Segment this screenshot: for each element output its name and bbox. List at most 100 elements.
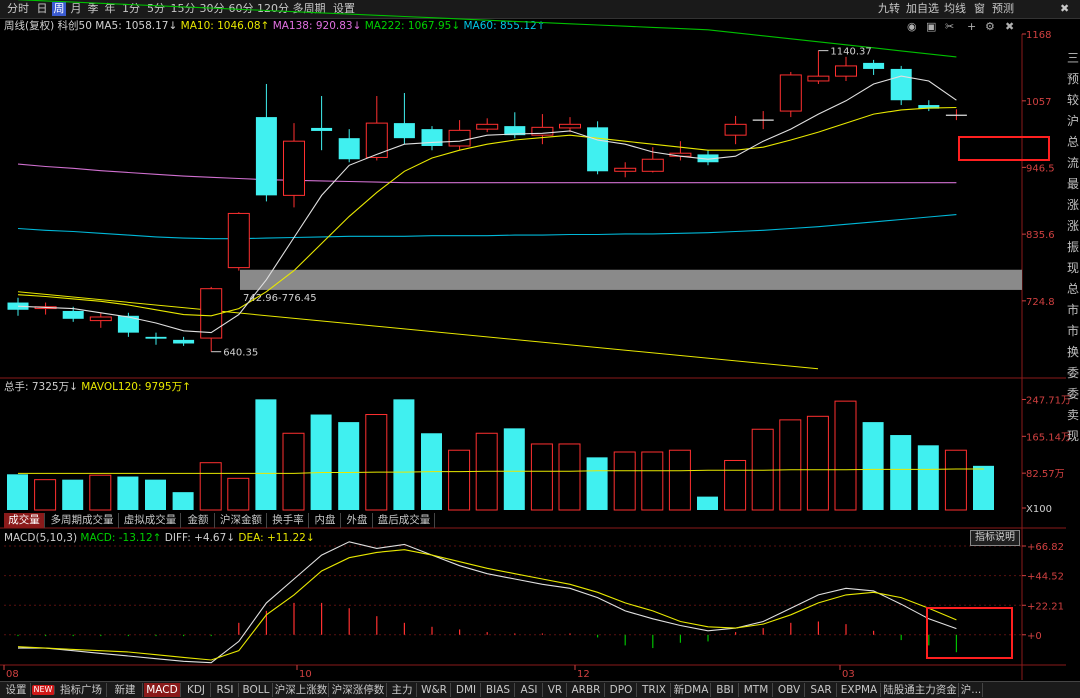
- indicator-tab[interactable]: 新建: [108, 683, 143, 697]
- candle: [863, 59, 885, 75]
- candle-body: [173, 339, 195, 344]
- macd-name: MACD(5,10,3): [4, 532, 78, 544]
- scissors-icon[interactable]: ✂: [945, 20, 954, 33]
- candle-body: [62, 310, 84, 319]
- dea-value: DEA: +11.22↓: [238, 532, 315, 544]
- volume-sub-tab[interactable]: 换手率: [268, 513, 309, 528]
- candle-body: [614, 167, 637, 172]
- y-tick-label: X100: [1026, 504, 1052, 515]
- right-info-column: 三预较沪总流最涨涨振现总市市换委委卖现: [1066, 48, 1080, 447]
- candle: [724, 115, 747, 145]
- volume-bar: [199, 462, 222, 511]
- volume-sub-tab[interactable]: 虚拟成交量: [120, 513, 181, 528]
- close-icon[interactable]: ✖: [1005, 20, 1014, 33]
- volume-bar: [117, 476, 139, 510]
- stock-chart[interactable]: 11681057946.5835.6724.8742.96-776.451140…: [0, 0, 1080, 697]
- candle: [89, 312, 112, 328]
- indicator-tab[interactable]: ARBR: [568, 683, 605, 697]
- indicator-tab[interactable]: KDJ: [182, 683, 211, 697]
- gear-icon[interactable]: ⚙: [985, 20, 995, 33]
- indicator-tab[interactable]: RSI: [212, 683, 239, 697]
- volume-bar: [641, 451, 664, 511]
- high-label: 1140.37: [830, 47, 871, 58]
- volume-sub-tab[interactable]: 沪深金额: [216, 513, 267, 528]
- ma60-line: [17, 214, 957, 240]
- y-tick-label: +22.21: [1027, 601, 1064, 612]
- indicator-tab[interactable]: MACD: [144, 683, 181, 697]
- eye-icon[interactable]: ◉: [907, 20, 917, 33]
- indicator-tab[interactable]: VR: [544, 683, 567, 697]
- x-tick-label: 12: [577, 669, 590, 680]
- y-tick-label: 724.8: [1026, 297, 1055, 308]
- right-info-item: 现: [1066, 429, 1079, 443]
- candle: [918, 100, 940, 112]
- candle-body: [311, 127, 333, 131]
- indicator-tab[interactable]: DMI: [452, 683, 481, 697]
- volume-sub-tab[interactable]: 外盘: [342, 513, 373, 528]
- candle: [311, 96, 333, 151]
- candle-body: [779, 74, 802, 112]
- indicator-tab[interactable]: DPO: [606, 683, 637, 697]
- volume-sub-tabs: 成交量 多周期成交量 虚拟成交量 金额 沪深金额 换手率 内盘 外盘 盘后成交量: [0, 513, 1022, 528]
- volume-sub-tab[interactable]: 盘后成交量: [374, 513, 435, 528]
- candle-body: [863, 62, 885, 69]
- indicator-tab[interactable]: EXPMA: [838, 683, 881, 697]
- ma5-line: [17, 75, 957, 334]
- candle-body: [365, 122, 388, 158]
- ma222-line: [17, 0, 957, 58]
- volume-bar: [806, 415, 829, 511]
- volume-bar: [890, 435, 912, 510]
- candle: [476, 118, 499, 133]
- candle: [779, 71, 802, 118]
- plus-icon[interactable]: +: [967, 20, 976, 33]
- indicator-tab[interactable]: 陆股通主力资金: [882, 683, 959, 697]
- right-info-item: 较: [1066, 93, 1079, 107]
- macd-info-line: MACD(5,10,3) MACD: -13.12↑ DIFF: +4.67↓ …: [4, 531, 315, 545]
- candle: [531, 114, 554, 145]
- volume-bar: [724, 459, 747, 511]
- volume-bar: [172, 492, 194, 510]
- volume-bar: [282, 432, 305, 511]
- candle-body: [393, 123, 415, 139]
- candle-body: [227, 212, 250, 269]
- y-tick-label: 82.57万: [1026, 469, 1065, 480]
- indicator-tab[interactable]: OBV: [774, 683, 805, 697]
- indicator-tab[interactable]: 设置: [2, 683, 31, 697]
- volume-sub-tab[interactable]: 多周期成交量: [46, 513, 119, 528]
- indicator-tab[interactable]: BOLL: [240, 683, 273, 697]
- indicator-tab[interactable]: TRIX: [638, 683, 671, 697]
- candle-body: [724, 123, 747, 136]
- highlight-box: [926, 607, 1013, 659]
- volume-bar: [34, 479, 57, 511]
- candle: [338, 129, 360, 163]
- volume-sub-tab[interactable]: 内盘: [310, 513, 341, 528]
- right-info-item: 市: [1066, 324, 1079, 338]
- candle: [421, 126, 443, 151]
- indicator-help-button[interactable]: 指标说明: [970, 530, 1020, 546]
- candle: [669, 141, 692, 161]
- volume-sub-tab[interactable]: 成交量: [4, 513, 45, 528]
- indicator-tab[interactable]: BIAS: [482, 683, 515, 697]
- indicator-tab[interactable]: 指标广场: [56, 683, 107, 697]
- volume-sub-tab[interactable]: 金额: [182, 513, 215, 528]
- candle: [559, 117, 581, 133]
- candle: [173, 336, 195, 346]
- indicator-tab[interactable]: 沪...: [960, 683, 983, 697]
- indicator-tab[interactable]: 新DMA: [672, 683, 711, 697]
- indicator-tab[interactable]: 沪深涨停数: [330, 683, 387, 697]
- y-tick-label: +44.52: [1027, 572, 1064, 583]
- indicator-tab[interactable]: W&R: [418, 683, 451, 697]
- indicator-tab[interactable]: 沪深上涨数: [274, 683, 329, 697]
- indicator-tab[interactable]: MTM: [740, 683, 773, 697]
- indicator-tab[interactable]: 主力: [388, 683, 417, 697]
- lock-icon[interactable]: ▣: [926, 20, 936, 33]
- right-info-item: 现: [1066, 261, 1079, 275]
- volume-bar: [834, 400, 857, 511]
- indicator-tab[interactable]: ASI: [516, 683, 543, 697]
- y-tick-label: 1057: [1026, 97, 1051, 108]
- indicator-tab[interactable]: SAR: [806, 683, 837, 697]
- indicator-tab[interactable]: BBI: [712, 683, 739, 697]
- candle: [365, 96, 388, 161]
- new-badge[interactable]: NEW: [32, 685, 55, 695]
- indicator-toolbar: 设置 NEW 指标广场 新建 MACD KDJ RSI BOLL 沪深上涨数 沪深涨停数 主力 W&R…: [0, 681, 1080, 698]
